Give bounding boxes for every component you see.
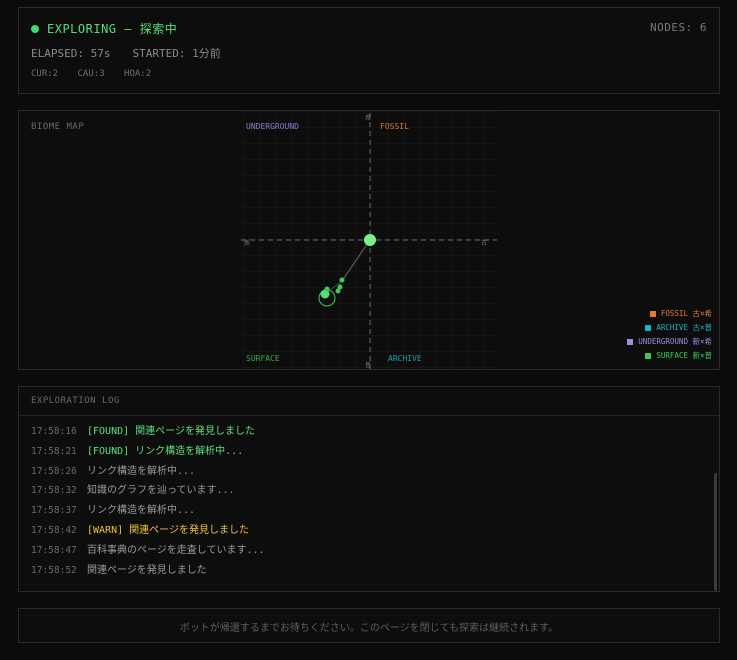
legend-underground-label: UNDERGROUND 新×希 xyxy=(638,337,712,346)
status-indicator-icon xyxy=(31,25,39,33)
biome-counts: CUR:2 CAU:3 HOA:2 xyxy=(31,69,165,79)
node-count: NODES: 6 xyxy=(650,21,707,34)
biome-legend: FOSSIL 古×希 ARCHIVE 古×普 UNDERGROUND 新×希 S… xyxy=(627,307,712,363)
log-timestamp: 17:58:16 xyxy=(31,426,77,437)
node-point[interactable] xyxy=(324,286,330,292)
quadrant-surface: SURFACE xyxy=(246,354,280,363)
legend-archive-label: ARCHIVE 古×普 xyxy=(656,323,712,332)
legend-archive: ARCHIVE 古×普 xyxy=(627,321,712,335)
exploration-log-panel[interactable]: EXPLORATION LOG 17:58:16 [FOUND] 関連ページを発見… xyxy=(18,386,720,592)
log-timestamp: 17:58:26 xyxy=(31,465,77,477)
count-cau: CAU:3 xyxy=(77,69,105,79)
log-message: [FOUND] リンク構造を解析中... xyxy=(87,445,244,457)
log-message: リンク構造を解析中... xyxy=(87,505,196,517)
time-info: ELAPSED: 57s STARTED: 1分前 xyxy=(31,45,221,61)
log-entry: 17:58:26 リンク構造を解析中... xyxy=(31,462,699,482)
log-entry: 17:58:16 [FOUND] 関連ページを発見しました xyxy=(31,422,699,442)
footer-text: ボットが帰還するまでお待ちください。このページを閉じても探索は継続されます。 xyxy=(179,623,559,634)
legend-swatch-icon xyxy=(627,339,634,345)
legend-swatch-icon xyxy=(645,353,652,359)
log-entry: 17:58:52 関連ページを発見しました xyxy=(31,561,699,581)
log-timestamp: 17:58:47 xyxy=(31,544,77,556)
status-title: EXPLORING — 探索中 xyxy=(47,22,178,36)
status-panel: EXPLORING — 探索中 NODES: 6 ELAPSED: 57s STA… xyxy=(18,7,720,94)
log-list: 17:58:16 [FOUND] 関連ページを発見しました 17:58:21 [FOU… xyxy=(31,422,699,580)
count-cur: CUR:2 xyxy=(31,69,59,79)
log-timestamp: 17:58:21 xyxy=(31,445,77,457)
log-entry: 17:58:42 [WARN] 関連ページを発見しました xyxy=(31,521,699,541)
elapsed-time: ELAPSED: 57s xyxy=(31,47,111,60)
node-point[interactable] xyxy=(339,277,345,283)
legend-underground: UNDERGROUND 新×希 xyxy=(627,335,712,349)
quadrant-archive: ARCHIVE xyxy=(388,354,422,363)
log-message: [WARN] 関連ページを発見しました xyxy=(87,524,249,536)
log-divider xyxy=(19,415,719,416)
quadrant-underground: UNDERGROUND xyxy=(246,122,299,131)
log-entry: 17:58:21 [FOUND] リンク構造を解析中... xyxy=(31,442,699,462)
log-timestamp: 17:58:42 xyxy=(31,524,77,536)
log-message: 知識のグラフを辿っています... xyxy=(87,485,235,497)
axis-label-left: 新 xyxy=(244,239,250,247)
node-point[interactable] xyxy=(337,284,343,290)
legend-fossil: FOSSIL 古×希 xyxy=(627,307,712,321)
log-timestamp: 17:58:52 xyxy=(31,564,77,576)
started-time: STARTED: 1分前 xyxy=(132,47,221,60)
axis-label-right: 古 xyxy=(481,239,487,247)
axis-label-top: 希 xyxy=(365,114,371,122)
log-message: 関連ページを発見しました xyxy=(87,564,207,576)
legend-swatch-icon xyxy=(649,311,656,317)
count-hoa: HOA:2 xyxy=(124,69,152,79)
log-message: 百科事典のページを走査しています... xyxy=(87,544,265,556)
log-scrollbar[interactable] xyxy=(714,473,717,591)
legend-fossil-label: FOSSIL 古×希 xyxy=(660,309,712,318)
legend-swatch-icon xyxy=(645,325,652,331)
log-message: [FOUND] 関連ページを発見しました xyxy=(87,426,255,437)
log-entry: 17:58:37 リンク構造を解析中... xyxy=(31,501,699,521)
log-entry: 17:58:47 百科事典のページを走査しています... xyxy=(31,541,699,561)
log-entry: 17:58:32 知識のグラフを辿っています... xyxy=(31,481,699,501)
legend-surface-label: SURFACE 新×普 xyxy=(656,351,712,360)
footer-notice: ボットが帰還するまでお待ちください。このページを閉じても探索は継続されます。 xyxy=(18,608,720,643)
axis-label-bottom: 普 xyxy=(365,361,371,369)
biome-map-panel: BIOME MAP UNDERGROUND FOSSIL SURFACE ARC… xyxy=(18,110,720,370)
log-title: EXPLORATION LOG xyxy=(31,396,120,406)
log-timestamp: 17:58:32 xyxy=(31,485,77,497)
log-timestamp: 17:58:37 xyxy=(31,505,77,517)
biome-map-canvas[interactable]: UNDERGROUND FOSSIL SURFACE ARCHIVE 希 普 新… xyxy=(19,111,720,370)
log-message: リンク構造を解析中... xyxy=(87,465,196,477)
quadrant-fossil: FOSSIL xyxy=(380,122,409,131)
origin-node[interactable] xyxy=(364,234,376,246)
legend-surface: SURFACE 新×普 xyxy=(627,349,712,363)
